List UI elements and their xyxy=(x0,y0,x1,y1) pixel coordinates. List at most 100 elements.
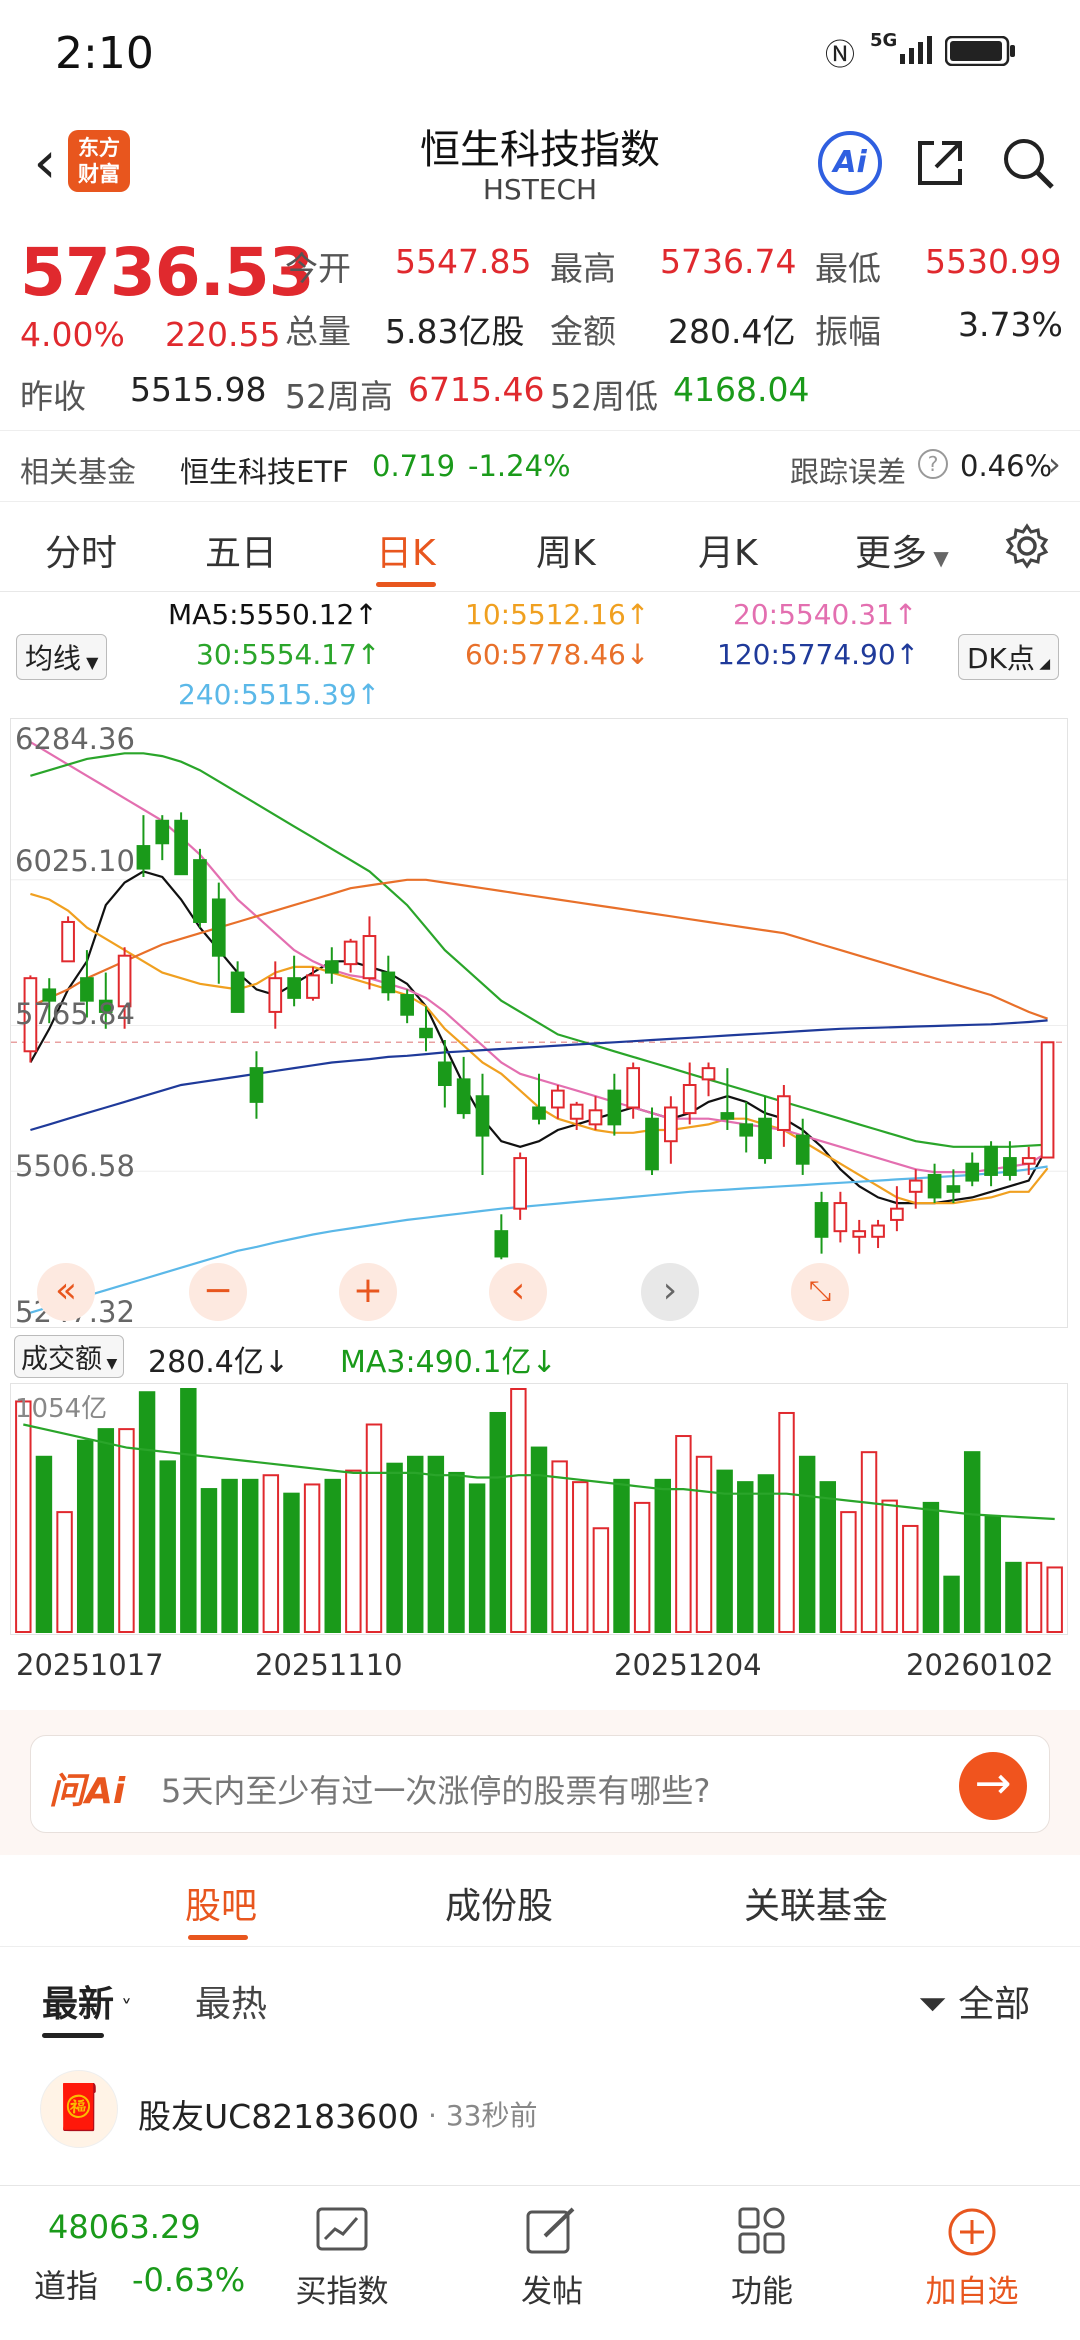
post-item[interactable]: 🧧 股友UC82183600 · 33秒前 xyxy=(0,2060,1080,2185)
candlestick-chart[interactable]: 6284.36 6025.10 5765.84 5506.58 5247.32 … xyxy=(10,718,1068,1329)
candle-body xyxy=(720,1112,735,1120)
share-icon[interactable] xyxy=(912,135,968,195)
volume-bar xyxy=(324,1478,341,1634)
w52-high-value: 6715.46 xyxy=(408,370,545,409)
tab-more-label: 更多 xyxy=(855,533,928,574)
volume-bar xyxy=(654,1478,671,1634)
nav-functions[interactable]: 功能 xyxy=(682,2186,842,2340)
volume-bar xyxy=(902,1524,919,1633)
zoom-out-icon[interactable]: − xyxy=(189,1263,247,1321)
candle-body xyxy=(306,974,320,999)
volume-bar xyxy=(35,1455,53,1633)
nav-buy-index[interactable]: 买指数 xyxy=(262,2186,422,2340)
open-value: 5547.85 xyxy=(395,242,532,281)
volume-bar xyxy=(365,1423,383,1633)
candle-body xyxy=(249,1067,264,1103)
high-label: 最高 xyxy=(550,249,616,288)
candle-body xyxy=(569,1103,584,1120)
help-icon[interactable]: ? xyxy=(918,449,948,479)
candle-body xyxy=(664,1106,678,1143)
related-fund-row[interactable]: 相关基金 恒生科技ETF 0.719 -1.24% 跟踪误差 ? 0.46% › xyxy=(0,430,1080,502)
next-icon[interactable]: › xyxy=(641,1263,699,1321)
amplitude-label: 振幅 xyxy=(815,312,881,351)
volume-bar xyxy=(1005,1561,1022,1633)
tab-weekly-k[interactable]: 周K xyxy=(536,524,596,576)
volume-value: 280.4亿↓ xyxy=(148,1337,289,1381)
zoom-in-icon[interactable]: + xyxy=(339,1263,397,1321)
prev-icon[interactable]: ‹ xyxy=(489,1263,547,1321)
tab-constituents[interactable]: 成份股 xyxy=(445,1877,553,1929)
sort-hot[interactable]: 最热 xyxy=(195,1975,267,2027)
sort-bar: 最新 ˅ 最热 ⏷ 全部 xyxy=(0,1947,1080,2047)
volume-selector[interactable]: 成交额 ▼ xyxy=(14,1335,125,1378)
ai-search-box[interactable]: 问Ai 5天内至少有过一次涨停的股票有哪些? → xyxy=(30,1735,1050,1833)
x-tick-label: 20260102 xyxy=(906,1648,1054,1682)
low-label: 最低 xyxy=(815,249,881,288)
volume-selector-label: 成交额 xyxy=(21,1344,102,1375)
volume-bar xyxy=(943,1575,960,1634)
volume-bar xyxy=(303,1483,321,1633)
volume-bar xyxy=(56,1511,73,1633)
candle-body xyxy=(946,1185,961,1193)
ai-search-placeholder[interactable]: 5天内至少有过一次涨停的股票有哪些? xyxy=(161,1766,710,1812)
index-change: -0.63% xyxy=(132,2261,246,2299)
active-tab-indicator xyxy=(188,1935,248,1940)
volume-bar xyxy=(427,1455,445,1633)
candle-body xyxy=(324,960,339,974)
settings-icon[interactable] xyxy=(1003,522,1051,574)
dk-point-button[interactable]: DK点 ◢ xyxy=(958,634,1060,680)
ai-button[interactable]: Ai xyxy=(818,131,882,195)
high-value: 5736.74 xyxy=(660,242,797,281)
volume-bar xyxy=(881,1499,898,1633)
volume-bar xyxy=(262,1474,280,1634)
corner-arrow-icon: ◢ xyxy=(1034,656,1051,672)
y-tick-label: 6025.10 xyxy=(15,844,135,878)
volume-value: 5.83亿股 xyxy=(385,312,525,351)
amount-value: 280.4亿 xyxy=(668,312,796,351)
sort-latest[interactable]: 最新 ˅ xyxy=(42,1975,132,2027)
tab-more[interactable]: 更多 ▼ xyxy=(855,524,949,576)
candle-body xyxy=(287,977,301,999)
open-label: 今开 xyxy=(285,249,351,288)
avatar[interactable]: 🧧 xyxy=(40,2070,118,2148)
volume-bar xyxy=(448,1471,465,1633)
filter-icon: ⏷ xyxy=(918,1984,959,2025)
tab-intraday[interactable]: 分时 xyxy=(45,524,117,576)
search-icon[interactable] xyxy=(998,133,1058,197)
nav-label: 买指数 xyxy=(295,2274,389,2310)
tab-daily-k[interactable]: 日K xyxy=(376,524,436,587)
nav-post[interactable]: 发帖 xyxy=(472,2186,632,2340)
chart-icon xyxy=(262,2206,422,2266)
volume-legend: 成交额 ▼ 280.4亿↓ MA3:490.1亿↓ xyxy=(0,1335,1080,1381)
related-fund-label: 相关基金 xyxy=(20,455,137,489)
volume-svg xyxy=(15,1388,1063,1634)
w52-low-value: 4168.04 xyxy=(673,370,810,409)
candle-body xyxy=(739,1123,754,1137)
post-author[interactable]: 股友UC82183600 xyxy=(138,2090,419,2138)
tab-guba[interactable]: 股吧 xyxy=(185,1877,257,1929)
candle-body xyxy=(532,1106,546,1120)
filter-label: 全部 xyxy=(958,1984,1031,2025)
volume-label: 总量 xyxy=(285,312,351,351)
related-fund-name[interactable]: 恒生科技ETF xyxy=(180,449,349,491)
fullscreen-icon[interactable]: ⤡ xyxy=(791,1263,849,1321)
tab-monthly-k[interactable]: 月K xyxy=(698,524,758,576)
chevron-right-icon: › xyxy=(1048,445,1061,483)
rewind-icon[interactable]: « xyxy=(37,1263,95,1321)
tab-related-funds[interactable]: 关联基金 xyxy=(744,1877,888,1929)
candle-body xyxy=(136,845,151,870)
arrow-right-icon[interactable]: → xyxy=(959,1752,1027,1820)
tab-five-day[interactable]: 五日 xyxy=(205,524,277,576)
last-price: 5736.53 xyxy=(20,234,315,311)
volume-bar xyxy=(241,1478,259,1634)
candle-body xyxy=(890,1207,904,1221)
filter-button[interactable]: ⏷ 全部 xyxy=(918,1975,1030,2027)
candle-body xyxy=(193,859,207,923)
post-time-value: 33秒前 xyxy=(445,2099,538,2132)
candle-body xyxy=(211,898,226,957)
ma-legend: 均线 ▼ MA5:5550.12↑ 10:5512.16↑ 20:5540.31… xyxy=(0,592,1080,718)
nav-add-watchlist[interactable]: 加自选 xyxy=(892,2186,1052,2340)
volume-chart[interactable]: 1054亿 xyxy=(10,1383,1068,1635)
candle-body xyxy=(513,1157,528,1210)
ma-selector[interactable]: 均线 ▼ xyxy=(16,634,108,680)
